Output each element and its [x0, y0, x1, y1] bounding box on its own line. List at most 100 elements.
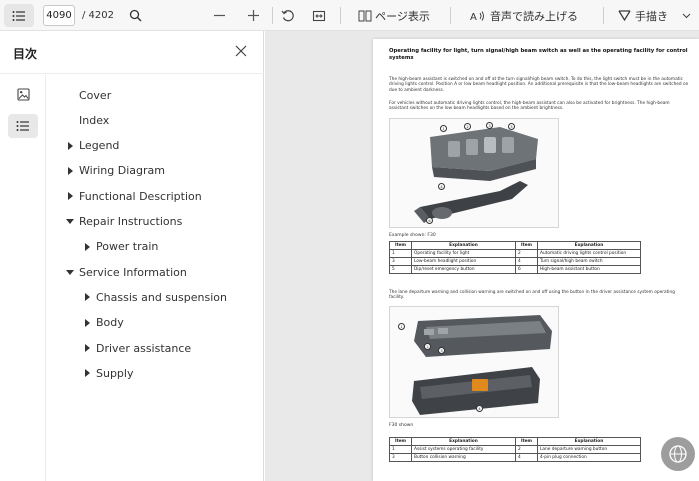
plus-icon — [247, 10, 259, 21]
toc-item[interactable]: Wiring Diagram — [64, 161, 165, 181]
table-row: 3 Low-beam headlight position 4 Turn signal… — [389, 257, 641, 266]
callout-marker: 1 — [440, 125, 447, 132]
read-aloud-button[interactable]: A 音声で読み上げる — [460, 0, 588, 31]
table-row: 3 Button collision warning 4 4-pin plug con… — [389, 453, 641, 462]
table-cell: Automatic driving lights control positio… — [537, 249, 641, 258]
collapsed-arrow-icon[interactable] — [81, 287, 93, 307]
table-cell: Lane departure warning button — [537, 445, 641, 454]
toc-item-label: Chassis and suspension — [96, 290, 227, 304]
table-header: Explanation — [411, 437, 516, 446]
minus-icon — [213, 14, 225, 17]
table-cell: 4-pin plug connection — [537, 453, 641, 462]
toc-item[interactable]: Cover — [64, 85, 111, 105]
table-header-row: Item Explanation Item Explanation — [389, 241, 641, 250]
draw-button[interactable]: 手描き — [610, 0, 676, 31]
read-aloud-label: 音声で読み上げる — [490, 9, 578, 23]
page-number-input[interactable]: 4090 — [43, 5, 75, 26]
callout-marker: 2 — [424, 343, 431, 350]
table-cell: Low-beam headlight position — [411, 257, 516, 266]
table-cell: Turn signal/high beam switch — [537, 257, 641, 266]
toc-item[interactable]: Index — [64, 110, 109, 130]
toc-item[interactable]: Supply — [81, 363, 134, 383]
sidebar-rail — [0, 75, 46, 481]
search-button[interactable] — [124, 0, 146, 31]
figure-caption: F30 shown — [389, 423, 414, 428]
close-icon — [235, 45, 247, 57]
collapsed-arrow-icon[interactable] — [81, 237, 93, 257]
table-cell: Button collision warning — [411, 453, 516, 462]
draw-options-dropdown[interactable] — [677, 0, 695, 31]
zoom-in-button[interactable] — [242, 0, 264, 31]
toc-item-label: Driver assistance — [96, 341, 192, 355]
expanded-arrow-icon[interactable] — [64, 212, 76, 232]
collapsed-arrow-icon[interactable] — [81, 363, 93, 383]
zoom-out-button[interactable] — [208, 0, 230, 31]
collapsed-arrow-icon[interactable] — [81, 313, 93, 333]
fit-width-button[interactable] — [308, 0, 330, 31]
toc-item-label: Service Information — [79, 265, 187, 279]
explanation-table: Item Explanation Item Explanation 1 Assis… — [389, 437, 641, 462]
table-cell: 5 — [389, 265, 412, 274]
chevron-down-icon — [682, 13, 690, 18]
table-header: Item — [389, 437, 412, 446]
callout-marker: 2 — [464, 123, 471, 130]
document-page: Operating facility for light, turn signa… — [373, 39, 699, 481]
toc-item[interactable]: Body — [81, 313, 124, 333]
toc-item-label: Index — [79, 113, 110, 127]
table-of-contents: Cover Index Legend Wiring Diagram Functional… — [46, 75, 263, 481]
table-cell: 4 — [515, 453, 538, 462]
read-aloud-icon: A — [470, 10, 484, 22]
callout-marker: 4 — [438, 183, 445, 190]
floating-action-button[interactable] — [661, 437, 695, 471]
table-cell: 2 — [515, 249, 538, 258]
svg-text:A: A — [470, 12, 477, 22]
table-header-row: Item Explanation Item Explanation — [389, 437, 641, 446]
collapsed-arrow-icon[interactable] — [81, 338, 93, 358]
thumbnails-button[interactable] — [8, 82, 38, 106]
table-cell: 1 — [389, 249, 412, 258]
collapsed-arrow-icon[interactable] — [64, 136, 76, 156]
sidebar: 目次 Cover Index Legend Wiring Diagram Functio… — [0, 31, 264, 481]
rotate-button[interactable] — [277, 0, 299, 31]
toc-item[interactable]: Service Information — [64, 262, 187, 282]
toc-item[interactable]: Repair Instructions — [64, 212, 182, 232]
table-cell: 3 — [389, 453, 412, 462]
table-cell: 2 — [515, 445, 538, 454]
collapsed-arrow-icon[interactable] — [64, 161, 76, 181]
table-of-contents-button[interactable] — [4, 4, 34, 27]
toc-item[interactable]: Power train — [81, 237, 158, 257]
toc-item[interactable]: Legend — [64, 136, 119, 156]
image-icon — [16, 87, 30, 101]
page-view-label: ページ表示 — [375, 9, 430, 23]
toc-item[interactable]: Functional Description — [64, 186, 202, 206]
toc-item-label: Wiring Diagram — [79, 164, 165, 178]
table-cell: Assist systems operating facility — [411, 445, 516, 454]
assist-systems-illustration — [412, 315, 552, 415]
page-view-icon — [358, 10, 372, 21]
table-cell: 6 — [515, 265, 538, 274]
callout-marker: 4 — [476, 405, 483, 412]
expanded-arrow-icon[interactable] — [64, 262, 76, 282]
callout-marker: 1 — [398, 323, 405, 330]
toolbar-divider — [340, 7, 341, 24]
table-cell: 1 — [389, 445, 412, 454]
document-viewer[interactable]: Operating facility for light, turn signa… — [265, 31, 699, 481]
table-header: Explanation — [537, 241, 641, 250]
table-cell: Operating facility for light — [411, 249, 516, 258]
toc-item[interactable]: Driver assistance — [81, 338, 191, 358]
table-cell: High-beam assistant button — [537, 265, 641, 274]
toc-button[interactable] — [8, 114, 38, 138]
sidebar-header: 目次 — [0, 31, 264, 74]
toc-item[interactable]: Chassis and suspension — [81, 287, 227, 307]
plug-connector — [472, 379, 488, 391]
table-row: 5 Dip/reset emergency button 6 High-beam as… — [389, 265, 641, 274]
callout-marker: 6 — [426, 217, 433, 224]
total-pages: / 4202 — [82, 10, 114, 21]
sidebar-close-button[interactable] — [232, 42, 250, 60]
page-view-button[interactable]: ページ表示 — [350, 0, 438, 31]
table-cell: Dip/reset emergency button — [411, 265, 516, 274]
toc-item-label: Repair Instructions — [79, 215, 183, 228]
collapsed-arrow-icon[interactable] — [64, 186, 76, 206]
callout-marker: 5 — [508, 123, 515, 130]
